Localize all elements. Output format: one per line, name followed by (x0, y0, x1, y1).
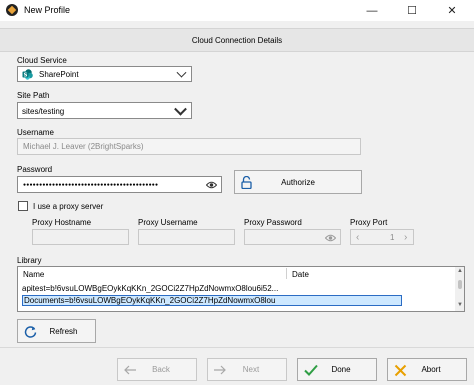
proxy-port-stepper: ‹ 1 › (350, 229, 414, 245)
close-button[interactable]: ✕ (432, 0, 472, 21)
abort-label: Abort (421, 365, 441, 374)
maximize-button[interactable]: ☐ (392, 0, 432, 21)
proxy-checkbox[interactable] (18, 201, 28, 211)
refresh-label: Refresh (49, 326, 78, 336)
proxy-password-field (244, 229, 341, 245)
list-header: Name Date (18, 267, 456, 280)
authorize-label: Authorize (281, 177, 315, 187)
scrollbar-thumb[interactable] (458, 280, 462, 289)
list-item[interactable]: Documents=b!6vsuLOWBgEOykKqKKn_2GOCi2Z7H… (22, 295, 402, 306)
done-label: Done (331, 365, 351, 374)
window-title: New Profile (24, 5, 71, 15)
proxy-port-label: Proxy Port (350, 218, 388, 227)
chevron-left-icon: ‹ (356, 232, 360, 243)
chevron-down-icon (176, 67, 187, 78)
site-path-value: sites/testing (22, 107, 65, 116)
title-bar: New Profile — ☐ ✕ (0, 0, 474, 21)
column-header-name[interactable]: Name (23, 270, 44, 279)
proxy-username-field (138, 229, 235, 245)
unlock-icon (241, 175, 252, 190)
proxy-password-label: Proxy Password (244, 218, 302, 227)
password-label: Password (17, 165, 53, 174)
refresh-button[interactable]: Refresh (17, 319, 96, 343)
cloud-service-label: Cloud Service (17, 56, 67, 65)
authorize-button[interactable]: Authorize (234, 170, 362, 194)
username-label: Username (17, 128, 54, 137)
checkmark-icon (304, 364, 318, 376)
list-item[interactable]: apitest=b!6vsuLOWBgEOykKqKKn_2GOCi2Z7HpZ… (22, 283, 402, 294)
minimize-button[interactable]: — (352, 0, 392, 21)
chevron-down-icon[interactable]: ▼ (457, 302, 463, 308)
vertical-scrollbar[interactable]: ▲ ▼ (455, 267, 464, 311)
password-value: ●●●●●●●●●●●●●●●●●●●●●●●●●●●●●●●●●●●●●●●●… (23, 181, 159, 188)
site-path-label: Site Path (17, 91, 50, 100)
done-button[interactable]: Done (297, 358, 377, 381)
eye-icon[interactable] (205, 181, 218, 189)
x-icon (394, 364, 407, 377)
next-label: Next (242, 365, 260, 374)
eye-icon (324, 234, 337, 242)
section-header: Cloud Connection Details (0, 28, 474, 52)
column-divider (286, 268, 287, 279)
cloud-service-select[interactable]: S SharePoint (17, 66, 192, 82)
list-item-name: Documents=b!6vsuLOWBgEOykKqKKn_2GOCi2Z7H… (24, 296, 276, 305)
username-field: Michael J. Leaver (2BrightSparks) (17, 138, 361, 155)
site-path-combobox[interactable]: sites/testing (17, 102, 192, 119)
proxy-hostname-field (32, 229, 129, 245)
footer-separator (0, 347, 474, 348)
arrow-right-icon (213, 365, 227, 375)
chevron-right-icon: › (404, 232, 408, 243)
proxy-hostname-label: Proxy Hostname (32, 218, 92, 227)
svg-text:S: S (24, 72, 28, 78)
proxy-username-label: Proxy Username (138, 218, 198, 227)
sharepoint-icon: S (22, 69, 33, 80)
section-title: Cloud Connection Details (191, 35, 283, 45)
abort-button[interactable]: Abort (387, 358, 467, 381)
next-button[interactable]: Next (207, 358, 287, 381)
app-logo-icon (6, 4, 18, 16)
cloud-service-value: SharePoint (39, 70, 79, 79)
arrow-left-icon (123, 365, 137, 375)
chevron-down-icon (174, 102, 187, 116)
library-list[interactable]: Name Date apitest=b!6vsuLOWBgEOykKqKKn_2… (17, 266, 465, 312)
back-label: Back (152, 365, 170, 374)
chevron-up-icon[interactable]: ▲ (457, 268, 463, 274)
column-header-date[interactable]: Date (292, 270, 309, 279)
back-button[interactable]: Back (117, 358, 197, 381)
password-field[interactable]: ●●●●●●●●●●●●●●●●●●●●●●●●●●●●●●●●●●●●●●●●… (17, 176, 222, 193)
proxy-checkbox-label: I use a proxy server (33, 202, 104, 211)
username-value: Michael J. Leaver (2BrightSparks) (23, 142, 144, 151)
list-item-name: apitest=b!6vsuLOWBgEOykKqKKn_2GOCi2Z7HpZ… (22, 284, 279, 293)
library-label: Library (17, 256, 42, 265)
proxy-port-value: 1 (390, 233, 395, 242)
refresh-icon (24, 325, 37, 338)
